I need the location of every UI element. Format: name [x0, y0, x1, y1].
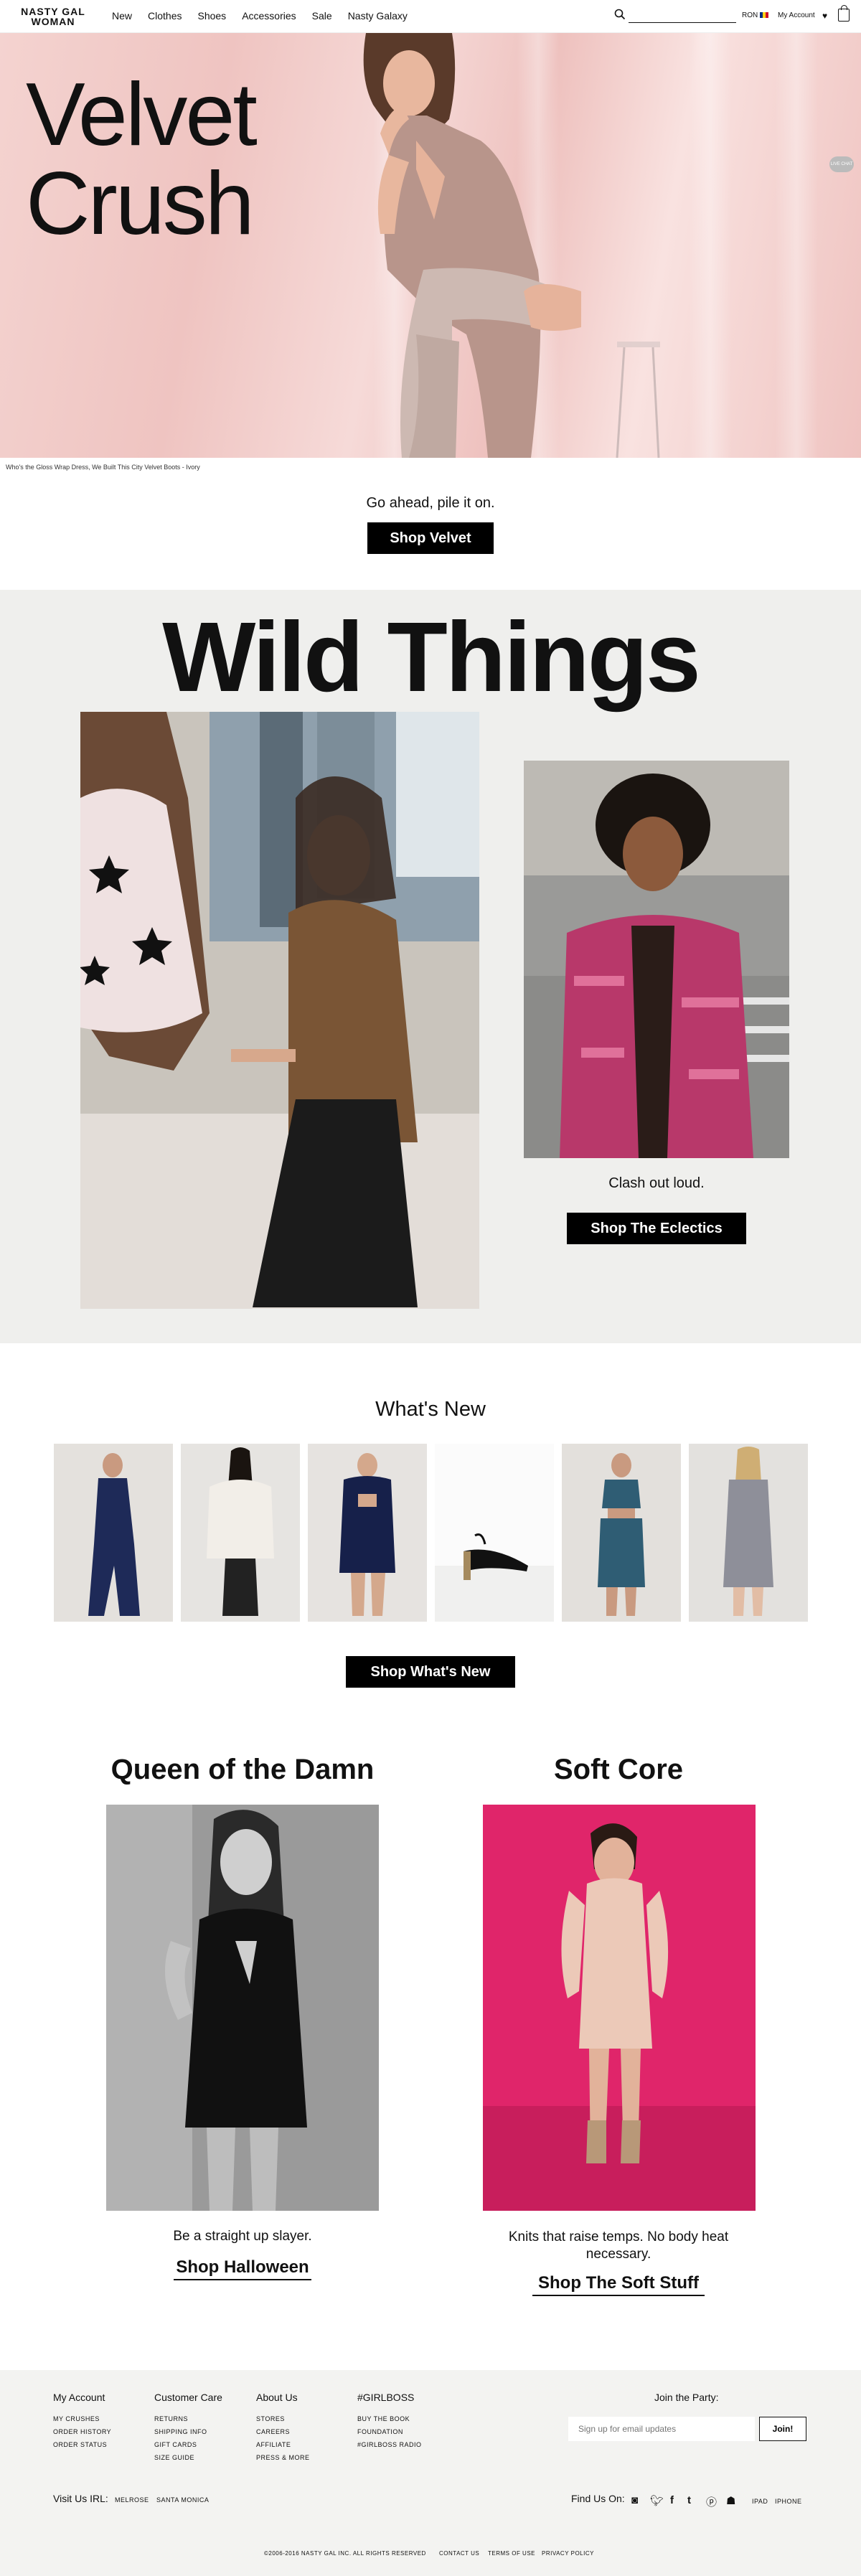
- hero-title: Velvet Crush: [26, 65, 258, 253]
- find-us-label: Find Us On:: [571, 2493, 625, 2504]
- heart-icon[interactable]: ♥: [822, 11, 827, 21]
- shop-soft-stuff-link[interactable]: Shop The Soft Stuff: [532, 2273, 705, 2296]
- snapchat-icon[interactable]: ☗: [726, 2494, 735, 2507]
- footer-link[interactable]: SIZE GUIDE: [154, 2454, 194, 2461]
- search-input[interactable]: [629, 9, 736, 23]
- hero-caption: Who's the Gloss Wrap Dress, We Built Thi…: [6, 464, 200, 471]
- logo-line-2: WOMAN: [31, 16, 75, 27]
- nav-shoes[interactable]: Shoes: [197, 10, 226, 22]
- nav-clothes[interactable]: Clothes: [148, 10, 182, 22]
- nav-accessories[interactable]: Accessories: [242, 10, 296, 22]
- soft-core-tagline-line-2: necessary.: [585, 2247, 651, 2262]
- currency-label: RON: [742, 11, 758, 19]
- footer-link[interactable]: ORDER STATUS: [53, 2441, 107, 2448]
- nav-nasty-galaxy[interactable]: Nasty Galaxy: [348, 10, 408, 22]
- shop-velvet-button[interactable]: Shop Velvet: [367, 522, 494, 554]
- shop-eclectics-button[interactable]: Shop The Eclectics: [567, 1213, 746, 1244]
- footer-link[interactable]: BUY THE BOOK: [357, 2415, 410, 2422]
- site-header: NASTY GAL WOMAN New Clothes Shoes Access…: [0, 0, 861, 33]
- footer-my-account-title: My Account: [53, 2392, 105, 2403]
- my-account-link[interactable]: My Account: [778, 11, 815, 19]
- pinterest-icon[interactable]: ⓟ: [706, 2494, 717, 2509]
- footer-link[interactable]: RETURNS: [154, 2415, 188, 2422]
- product-image-3[interactable]: [308, 1444, 427, 1622]
- tumblr-icon[interactable]: t: [687, 2494, 691, 2506]
- iphone-app-link[interactable]: IPHONE: [775, 2498, 802, 2505]
- twitter-icon[interactable]: 🐦︎: [650, 2494, 664, 2507]
- product-image-4[interactable]: [435, 1444, 554, 1622]
- shopping-bag-icon[interactable]: [838, 5, 850, 22]
- visit-us-label: Visit Us IRL:: [53, 2493, 108, 2504]
- footer-link[interactable]: SHIPPING INFO: [154, 2428, 207, 2435]
- footer-customer-care-title: Customer Care: [154, 2392, 222, 2403]
- nav-sale[interactable]: Sale: [312, 10, 332, 22]
- footer-link[interactable]: PRESS & MORE: [256, 2454, 310, 2461]
- nav-new[interactable]: New: [112, 10, 132, 22]
- currency-selector[interactable]: RON: [742, 11, 769, 19]
- footer-link[interactable]: GIFT CARDS: [154, 2441, 197, 2448]
- hero-title-line-1: Velvet: [26, 65, 258, 164]
- queen-of-the-damn-image[interactable]: [106, 1805, 379, 2211]
- facebook-icon[interactable]: f: [670, 2494, 674, 2506]
- footer-link[interactable]: CAREERS: [256, 2428, 290, 2435]
- footer-link[interactable]: ORDER HISTORY: [53, 2428, 111, 2435]
- footer-link[interactable]: FOUNDATION: [357, 2428, 403, 2435]
- queen-of-the-damn-title: Queen of the Damn: [110, 1754, 375, 1785]
- live-chat-button[interactable]: LIVE CHAT: [829, 156, 854, 172]
- site-logo[interactable]: NASTY GAL WOMAN: [17, 6, 89, 27]
- main-nav: New Clothes Shoes Accessories Sale Nasty…: [112, 10, 423, 22]
- join-button[interactable]: Join!: [759, 2417, 806, 2441]
- copyright: ©2006-2016 NASTY GAL INC. ALL RIGHTS RES…: [264, 2550, 426, 2557]
- product-image-5[interactable]: [562, 1444, 681, 1622]
- wild-things-photo-left[interactable]: [80, 712, 479, 1309]
- join-party-title: Join the Party:: [654, 2392, 719, 2403]
- product-image-6[interactable]: [689, 1444, 808, 1622]
- wild-things-photo-right[interactable]: [524, 761, 789, 1158]
- soft-core-title: Soft Core: [554, 1754, 683, 1785]
- soft-core-image[interactable]: [483, 1805, 756, 2211]
- soft-core-tagline-line-1: Knits that raise temps. No body heat: [508, 2229, 729, 2244]
- product-image-2[interactable]: [181, 1444, 300, 1622]
- wild-things-title: Wild Things: [162, 602, 701, 713]
- soft-core-tagline: Knits that raise temps. No body heat nec…: [456, 2229, 781, 2263]
- whats-new-title: What's New: [375, 1398, 486, 1421]
- product-image-1[interactable]: [54, 1444, 173, 1622]
- footer-girlboss-title: #GIRLBOSS: [357, 2392, 415, 2403]
- hero-banner[interactable]: Velvet Crush LIVE CHAT: [0, 33, 861, 458]
- search-icon[interactable]: [614, 9, 626, 20]
- wild-things-tagline: Clash out loud.: [608, 1175, 705, 1191]
- store-melrose-link[interactable]: MELROSE: [115, 2496, 149, 2504]
- shop-halloween-link[interactable]: Shop Halloween: [174, 2257, 311, 2280]
- contact-us-link[interactable]: CONTACT US: [439, 2550, 479, 2557]
- hero-tagline: Go ahead, pile it on.: [366, 495, 495, 511]
- footer-about-us-title: About Us: [256, 2392, 298, 2403]
- ipad-app-link[interactable]: IPAD: [752, 2498, 768, 2505]
- instagram-icon[interactable]: ◙: [631, 2494, 638, 2506]
- romania-flag-icon: [760, 12, 769, 19]
- store-santa-monica-link[interactable]: SANTA MONICA: [156, 2496, 209, 2504]
- shop-whats-new-button[interactable]: Shop What's New: [346, 1656, 515, 1688]
- logo-line-1: NASTY GAL: [21, 6, 85, 17]
- footer-link[interactable]: MY CRUSHES: [53, 2415, 100, 2422]
- email-signup-input[interactable]: [568, 2417, 755, 2441]
- hero-title-line-2: Crush: [26, 154, 255, 253]
- site-footer: [0, 2370, 861, 2576]
- footer-link[interactable]: AFFILIATE: [256, 2441, 291, 2448]
- footer-link[interactable]: #GIRLBOSS RADIO: [357, 2441, 422, 2448]
- terms-of-use-link[interactable]: TERMS OF USE: [488, 2550, 535, 2557]
- footer-link[interactable]: STORES: [256, 2415, 285, 2422]
- privacy-policy-link[interactable]: PRIVACY POLICY: [542, 2550, 594, 2557]
- hero-model-image: [363, 33, 660, 458]
- queen-of-the-damn-tagline: Be a straight up slayer.: [173, 2229, 312, 2244]
